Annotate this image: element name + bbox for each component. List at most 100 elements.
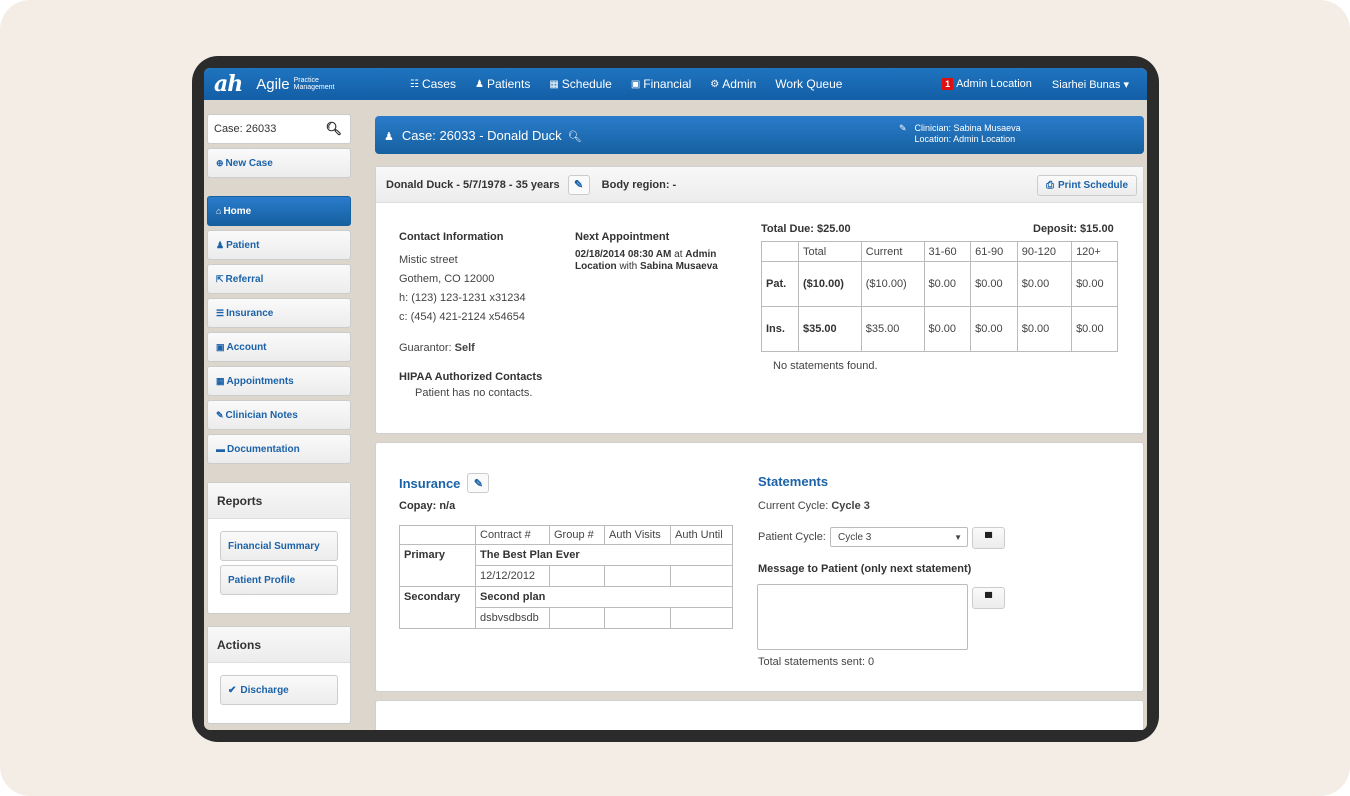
insurance-header: Auth Visits <box>604 525 671 545</box>
sidebar-item-patient[interactable]: ♟ Patient <box>207 230 351 260</box>
sidebar-item-referral[interactable]: ⇱ Referral <box>207 264 351 294</box>
no-statements-text: No statements found. <box>773 360 878 372</box>
nav-label: Work Queue <box>775 77 843 91</box>
balance-cell: $0.00 <box>1016 306 1073 352</box>
insurance-row-primary: Primary The Best Plan Ever <box>399 544 733 587</box>
sidebar-item-label: Clinician Notes <box>225 409 298 421</box>
print-schedule-button[interactable]: ⎙ Print Schedule <box>1036 175 1137 196</box>
new-case-button[interactable]: ⊕ New Case <box>207 148 351 178</box>
case-search-input[interactable]: Case: 26033 🔍︎ <box>207 114 351 144</box>
external-link-icon: ⇱ <box>216 273 224 284</box>
balance-header: Total <box>798 241 862 262</box>
group-number <box>549 607 605 629</box>
patient-profile-button[interactable]: Patient Profile <box>220 565 338 595</box>
auth-until <box>670 607 733 629</box>
calendar-icon: ▦ <box>216 375 225 386</box>
discharge-button[interactable]: ✔ Discharge <box>220 675 338 705</box>
reports-panel: Reports Financial Summary Patient Profil… <box>207 482 351 614</box>
balance-table: Total Current 31-60 61-90 90-120 120+ Pa… <box>761 241 1118 352</box>
actions-panel: Actions ✔ Discharge <box>207 626 351 724</box>
user-menu[interactable]: Siarhei Bunas ▾ <box>1052 78 1129 91</box>
balance-cell: $0.00 <box>1071 306 1118 352</box>
save-message-button[interactable]: ▀ <box>972 587 1005 609</box>
sidebar-item-label: Documentation <box>227 443 300 455</box>
insurance-plan-link[interactable]: Second plan <box>475 586 733 608</box>
nav-label: Schedule <box>561 77 612 91</box>
nav-label: Cases <box>421 77 456 91</box>
patient-overview-card: Donald Duck - 5/7/1978 - 35 years ✎ Body… <box>375 166 1144 434</box>
search-icon[interactable]: 🔍︎ <box>325 121 342 137</box>
next-appointment-details: 02/18/2014 08:30 AM at Admin Location wi… <box>575 249 718 273</box>
sidebar-item-label: Home <box>223 205 252 217</box>
nav-cases[interactable]: ☷ Cases <box>410 77 456 91</box>
sidebar-item-account[interactable]: ▣ Account <box>207 332 351 362</box>
appt-location-part1: Admin <box>685 249 717 260</box>
notification-badge[interactable]: 1 <box>942 78 954 90</box>
user-icon: ♟ <box>216 239 225 250</box>
nav-patients[interactable]: ♟ Patients <box>475 77 530 91</box>
balance-header: 90-120 <box>1016 241 1073 262</box>
app-logo[interactable]: ah Agile Practice Management <box>214 71 364 97</box>
patient-cycle-value: Cycle 3 <box>838 531 872 543</box>
balance-cell: $0.00 <box>970 261 1018 307</box>
case-header: ♟ Case: 26033 - Donald Duck 🔍︎ ✎ Clinician… <box>375 116 1144 154</box>
nav-work-queue[interactable]: Work Queue <box>775 77 842 91</box>
logo-subtitle: Practice Management <box>294 77 335 91</box>
patient-cycle-select[interactable]: Cycle 3 ▼ <box>830 527 968 547</box>
sidebar-item-appointments[interactable]: ▦ Appointments <box>207 366 351 396</box>
balance-cell: ($10.00) <box>860 261 925 307</box>
current-cycle-value: Cycle 3 <box>831 500 870 512</box>
appt-datetime: 02/18/2014 08:30 AM <box>575 249 672 260</box>
discharge-label: Discharge <box>240 684 289 696</box>
sidebar-item-label: Referral <box>225 273 264 285</box>
contact-title: Contact Information <box>399 231 504 243</box>
current-cycle-label: Current Cycle: <box>758 500 829 512</box>
folder-icon: ▬ <box>216 444 225 454</box>
edit-insurance-button[interactable]: ✎ <box>467 473 490 493</box>
guarantor-value: Self <box>454 342 475 354</box>
edit-icon[interactable]: ✎ <box>899 123 907 145</box>
financial-summary-button[interactable]: Financial Summary <box>220 531 338 561</box>
sidebar-item-home[interactable]: ⌂ Home <box>207 196 351 226</box>
message-textarea[interactable] <box>757 584 968 650</box>
logo-subtitle-line2: Management <box>293 84 335 91</box>
balance-header: 31-60 <box>923 241 972 262</box>
patient-summary-bar: Donald Duck - 5/7/1978 - 35 years ✎ Body… <box>376 167 1143 203</box>
check-icon: ✔ <box>228 684 237 696</box>
print-schedule-label: Print Schedule <box>1057 180 1128 191</box>
user-icon: ♟ <box>384 130 394 143</box>
patient-summary: Donald Duck - 5/7/1978 - 35 years <box>386 178 560 191</box>
cell-phone: c: (454) 421-2124 x54654 <box>399 311 525 323</box>
logo-mark: ah <box>214 71 243 97</box>
balance-cell: Ins. <box>761 306 799 352</box>
list-icon: ☷ <box>410 78 419 90</box>
case-title-text: Case: 26033 - Donald Duck <box>401 127 562 143</box>
clinician-lines: Clinician: Sabina Musaeva Location: Admi… <box>915 123 1021 145</box>
balance-cell: $35.00 <box>860 306 925 352</box>
contract-number: 12/12/2012 <box>475 565 550 587</box>
total-statements-sent: Total statements sent: 0 <box>758 656 875 668</box>
nav-financial[interactable]: ▣ Financial <box>631 77 691 91</box>
book-icon: ✎ <box>216 409 224 420</box>
list-icon: ☰ <box>216 307 225 318</box>
insurance-plan-link[interactable]: The Best Plan Ever <box>475 544 733 566</box>
save-cycle-button[interactable]: ▀ <box>972 527 1005 549</box>
balance-header <box>761 241 799 262</box>
clinician-location: Location: Admin Location <box>914 134 1016 144</box>
nav-location[interactable]: Admin Location <box>956 78 1032 90</box>
search-icon[interactable]: 🔍︎ <box>568 131 582 143</box>
main-nav: ☷ Cases ♟ Patients ▦ Schedule ▣ Financial ⚙ A… <box>410 77 861 91</box>
sidebar-item-documentation[interactable]: ▬ Documentation <box>207 434 351 464</box>
edit-icon: ✎ <box>574 179 584 191</box>
case-title: ♟ Case: 26033 - Donald Duck 🔍︎ <box>384 128 582 143</box>
sidebar-item-clinician-notes[interactable]: ✎ Clinician Notes <box>207 400 351 430</box>
home-phone: h: (123) 123-1231 x31234 <box>399 292 526 304</box>
nav-schedule[interactable]: ▦ Schedule <box>549 77 612 91</box>
sidebar-item-label: Patient <box>226 239 260 251</box>
sidebar-item-insurance[interactable]: ☰ Insurance <box>207 298 351 328</box>
balance-header: 120+ <box>1071 241 1118 262</box>
nav-admin[interactable]: ⚙ Admin <box>710 77 756 91</box>
plus-circle-icon: ⊕ <box>216 157 224 168</box>
guarantor-label: Guarantor: <box>399 342 452 354</box>
edit-patient-button[interactable]: ✎ <box>567 174 590 195</box>
